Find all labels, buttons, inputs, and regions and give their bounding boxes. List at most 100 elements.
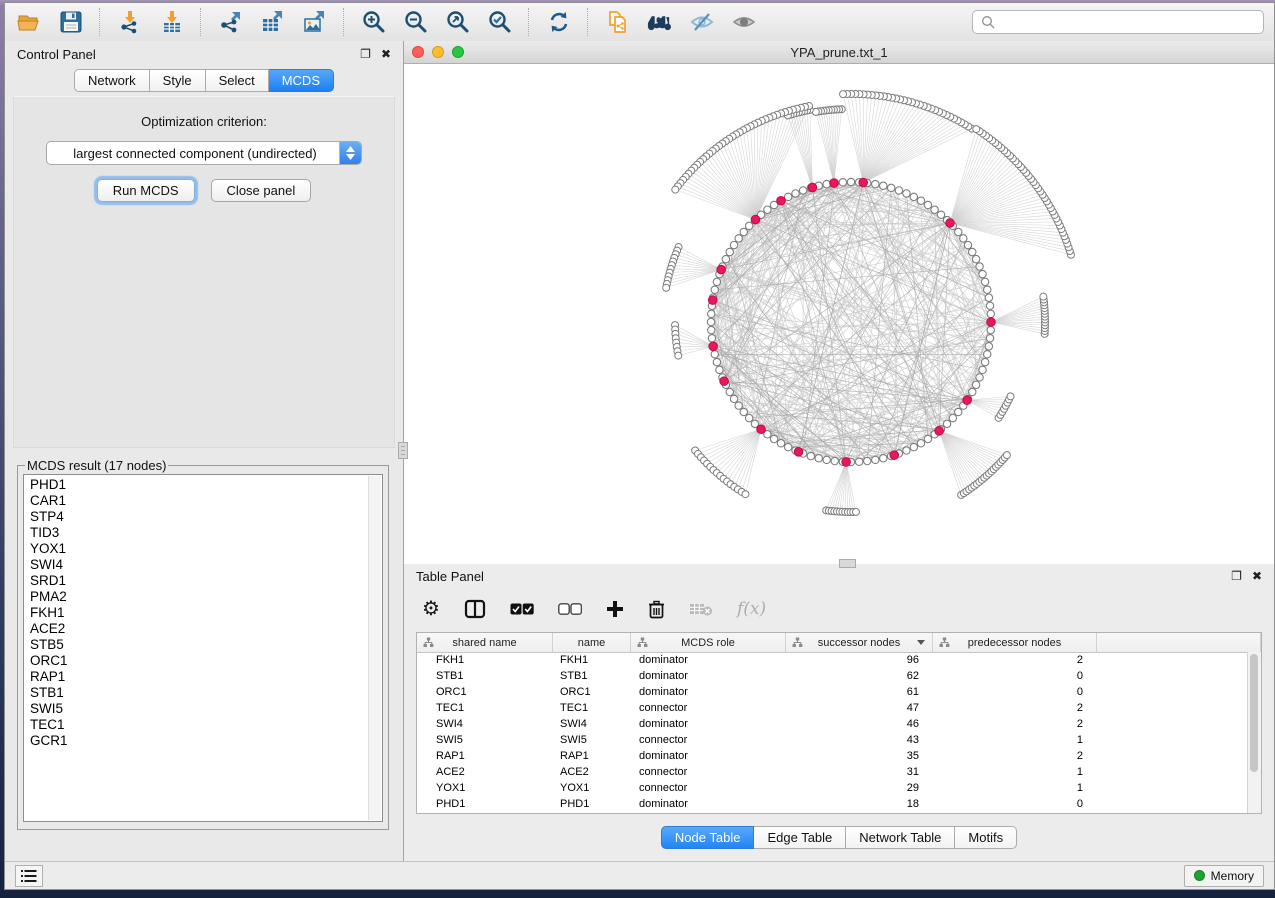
search-box[interactable] — [972, 10, 1264, 34]
export-image-icon[interactable] — [301, 9, 328, 36]
network-canvas[interactable] — [404, 64, 1274, 566]
table-row[interactable]: SWI4SWI4dominator462 — [417, 716, 1248, 732]
tab-motifs[interactable]: Motifs — [955, 826, 1017, 849]
zoom-fit-icon[interactable] — [444, 9, 471, 36]
import-network-icon[interactable] — [116, 9, 143, 36]
show-columns-icon[interactable] — [464, 598, 486, 620]
export-table-icon[interactable] — [259, 9, 286, 36]
save-icon[interactable] — [57, 9, 84, 36]
add-column-icon[interactable] — [606, 598, 624, 620]
network-titlebar[interactable]: YPA_prune.txt_1 — [404, 41, 1274, 64]
desktop-background: Control Panel ❐ ✖ Network Style Select M… — [0, 0, 1275, 898]
tab-network[interactable]: Network — [74, 69, 150, 92]
list-item[interactable]: SRD1 — [30, 573, 368, 589]
delete-table-icon — [689, 598, 713, 620]
table-scrollbar-thumb[interactable] — [1250, 654, 1258, 772]
close-panel-icon[interactable]: ✖ — [381, 48, 391, 60]
table-row[interactable]: FKH1FKH1dominator962 — [417, 652, 1248, 668]
maximize-window-icon[interactable] — [452, 46, 464, 58]
network-graph — [404, 64, 1272, 561]
panel-divider-grip-horizontal[interactable] — [839, 559, 856, 568]
tab-network-table[interactable]: Network Table — [846, 826, 955, 849]
network-window-title: YPA_prune.txt_1 — [404, 45, 1274, 60]
select-stepper-icon — [339, 141, 361, 165]
list-item[interactable]: YOX1 — [30, 541, 368, 557]
hide-selected-icon[interactable] — [688, 9, 715, 36]
table-row[interactable]: ACE2ACE2connector311 — [417, 764, 1248, 780]
list-item[interactable]: TEC1 — [30, 717, 368, 733]
zoom-in-icon[interactable] — [360, 9, 387, 36]
table-scrollbar[interactable] — [1247, 652, 1261, 813]
open-file-icon[interactable] — [15, 9, 42, 36]
table-row[interactable]: RAP1RAP1dominator352 — [417, 748, 1248, 764]
import-table-icon[interactable] — [158, 9, 185, 36]
list-item[interactable]: CAR1 — [30, 493, 368, 509]
list-scrollbar[interactable] — [368, 476, 381, 820]
select-all-icon[interactable] — [510, 598, 534, 620]
list-item[interactable]: STB5 — [30, 637, 368, 653]
tab-style[interactable]: Style — [150, 69, 206, 92]
close-panel-button[interactable]: Close panel — [211, 179, 312, 202]
table-row[interactable]: YOX1YOX1connector291 — [417, 780, 1248, 796]
mcds-panel: Optimization criterion: largest connecte… — [13, 96, 395, 448]
delete-column-icon[interactable] — [648, 598, 665, 620]
tab-node-table[interactable]: Node Table — [661, 826, 755, 849]
list-item[interactable]: ACE2 — [30, 621, 368, 637]
mcds-result-group: MCDS result (17 nodes) PHD1CAR1STP4TID3Y… — [17, 458, 389, 830]
list-item[interactable]: SWI5 — [30, 701, 368, 717]
panel-divider-grip[interactable] — [398, 442, 408, 459]
column-header-shared-name[interactable]: shared name — [417, 633, 553, 652]
list-item[interactable]: STB1 — [30, 685, 368, 701]
list-item[interactable]: SWI4 — [30, 557, 368, 573]
list-item[interactable]: TID3 — [30, 525, 368, 541]
tab-select[interactable]: Select — [206, 69, 269, 92]
run-mcds-button[interactable]: Run MCDS — [97, 179, 195, 202]
control-panel-tabs: Network Style Select MCDS — [5, 69, 403, 92]
table-row[interactable]: STB1STB1dominator620 — [417, 668, 1248, 684]
float-panel-icon[interactable]: ❐ — [360, 48, 371, 60]
show-all-icon[interactable] — [730, 9, 757, 36]
deselect-all-icon[interactable] — [558, 598, 582, 620]
table-settings-icon[interactable]: ⚙ — [422, 598, 440, 620]
memory-status-icon — [1194, 870, 1205, 881]
list-item[interactable]: GCR1 — [30, 733, 368, 749]
close-table-panel-icon[interactable]: ✖ — [1252, 570, 1262, 582]
tab-mcds[interactable]: MCDS — [269, 69, 334, 92]
list-item[interactable]: RAP1 — [30, 669, 368, 685]
export-network-icon[interactable] — [217, 9, 244, 36]
task-history-button[interactable] — [15, 865, 43, 887]
table-row[interactable]: TEC1TEC1connector472 — [417, 700, 1248, 716]
zoom-selected-icon[interactable] — [486, 9, 513, 36]
list-item[interactable]: ORC1 — [30, 653, 368, 669]
minimize-window-icon[interactable] — [432, 46, 444, 58]
control-panel: Control Panel ❐ ✖ Network Style Select M… — [5, 41, 404, 861]
list-item[interactable]: FKH1 — [30, 605, 368, 621]
search-input[interactable] — [1001, 14, 1255, 31]
column-header-successor-nodes[interactable]: successor nodes — [786, 633, 933, 652]
zoom-out-icon[interactable] — [402, 9, 429, 36]
close-window-icon[interactable] — [412, 46, 424, 58]
column-header-predecessor-nodes[interactable]: predecessor nodes — [933, 633, 1097, 652]
criterion-select[interactable]: largest connected component (undirected) — [46, 141, 362, 165]
table-row[interactable]: ORC1ORC1dominator610 — [417, 684, 1248, 700]
criterion-value: largest connected component (undirected) — [47, 146, 339, 161]
memory-button[interactable]: Memory — [1184, 865, 1264, 887]
table-header: shared name name MCDS role successor nod… — [417, 633, 1261, 653]
tab-edge-table[interactable]: Edge Table — [754, 826, 846, 849]
toolbar-separator — [343, 8, 345, 36]
table-row[interactable]: PHD1PHD1dominator180 — [417, 796, 1248, 812]
refresh-icon[interactable] — [545, 9, 572, 36]
list-item[interactable]: PMA2 — [30, 589, 368, 605]
copy-network-icon[interactable] — [604, 9, 631, 36]
table-toolbar: ⚙ — [404, 588, 1274, 630]
memory-label: Memory — [1211, 869, 1254, 883]
list-item[interactable]: PHD1 — [30, 477, 368, 493]
column-header-name[interactable]: name — [553, 633, 631, 652]
list-item[interactable]: STP4 — [30, 509, 368, 525]
float-table-panel-icon[interactable]: ❐ — [1231, 570, 1242, 582]
table-row[interactable]: SWI5SWI5connector431 — [417, 732, 1248, 748]
column-header-mcds-role[interactable]: MCDS role — [631, 633, 786, 652]
first-neighbors-icon[interactable] — [646, 9, 673, 36]
control-panel-title: Control Panel — [17, 47, 96, 62]
table-panel-title: Table Panel — [416, 569, 484, 584]
